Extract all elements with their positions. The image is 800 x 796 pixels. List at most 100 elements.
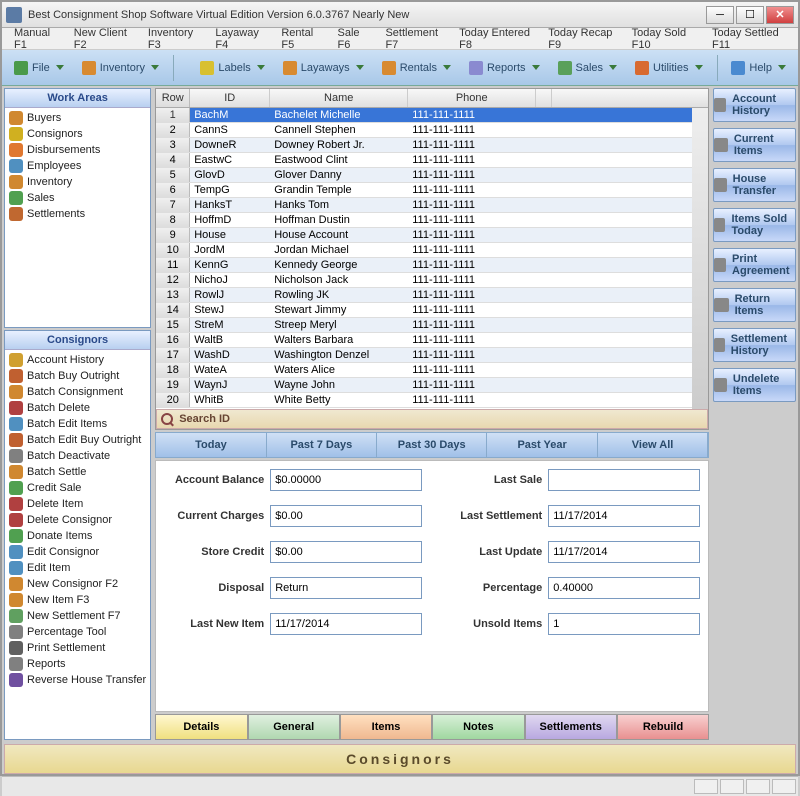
nav-link[interactable]: New Settlement F7 [7,608,148,624]
table-row[interactable]: 9HouseHouse Account111-111-1111 [156,228,692,243]
nav-link[interactable]: Batch Edit Buy Outright [7,432,148,448]
table-row[interactable]: 11KennGKennedy George111-111-1111 [156,258,692,273]
tab-settlements[interactable]: Settlements [525,714,617,740]
table-row[interactable]: 10JordMJordan Michael111-111-1111 [156,243,692,258]
menu-item[interactable]: Rental F5 [275,25,327,53]
filter-button[interactable]: Past Year [487,433,597,457]
nav-link[interactable]: Sales [7,190,148,206]
field-input[interactable] [548,613,700,635]
action-button[interactable]: Items Sold Today [713,208,796,242]
field-input[interactable] [270,613,422,635]
toolbar-labels[interactable]: Labels [192,57,272,79]
toolbar-file[interactable]: File [6,57,72,79]
toolbar-reports[interactable]: Reports [461,57,548,79]
action-button[interactable]: Print Agreement [713,248,796,282]
nav-link[interactable]: New Item F3 [7,592,148,608]
action-button[interactable]: Settlement History [713,328,796,362]
table-row[interactable]: 12NichoJNicholson Jack111-111-1111 [156,273,692,288]
nav-link[interactable]: Batch Settle [7,464,148,480]
nav-link[interactable]: Batch Delete [7,400,148,416]
nav-link[interactable]: Batch Edit Items [7,416,148,432]
nav-link[interactable]: Batch Deactivate [7,448,148,464]
table-row[interactable]: 5GlovDGlover Danny111-111-1111 [156,168,692,183]
menu-item[interactable]: Today Entered F8 [453,25,538,53]
menu-item[interactable]: Layaway F4 [209,25,271,53]
field-input[interactable] [270,577,422,599]
filter-button[interactable]: View All [598,433,708,457]
maximize-button[interactable]: ☐ [736,6,764,24]
column-header[interactable]: ID [190,89,270,107]
field-input[interactable] [548,505,700,527]
nav-link[interactable]: Settlements [7,206,148,222]
table-row[interactable]: 13RowlJRowling JK111-111-1111 [156,288,692,303]
filter-button[interactable]: Today [156,433,266,457]
field-input[interactable] [548,469,700,491]
table-row[interactable]: 16WaltBWalters Barbara111-111-1111 [156,333,692,348]
toolbar-layaways[interactable]: Layaways [275,57,372,79]
nav-link[interactable]: Account History [7,352,148,368]
menu-item[interactable]: Today Recap F9 [542,25,621,53]
table-row[interactable]: 1BachMBachelet Michelle111-111-1111 [156,108,692,123]
nav-link[interactable]: Delete Item [7,496,148,512]
nav-link[interactable]: Batch Buy Outright [7,368,148,384]
field-input[interactable] [270,505,422,527]
nav-link[interactable]: Consignors [7,126,148,142]
minimize-button[interactable]: ─ [706,6,734,24]
close-button[interactable]: ✕ [766,6,794,24]
nav-link[interactable]: Print Settlement [7,640,148,656]
nav-link[interactable]: Reports [7,656,148,672]
field-input[interactable] [270,469,422,491]
toolbar-sales[interactable]: Sales [550,57,626,79]
table-row[interactable]: 8HoffmDHoffman Dustin111-111-1111 [156,213,692,228]
grid-body[interactable]: 1BachMBachelet Michelle111-111-11112Cann… [156,108,692,409]
tab-notes[interactable]: Notes [432,714,524,740]
table-row[interactable]: 19WaynJWayne John111-111-1111 [156,378,692,393]
action-button[interactable]: Undelete Items [713,368,796,402]
action-button[interactable]: Account History [713,88,796,122]
nav-link[interactable]: Edit Consignor [7,544,148,560]
nav-link[interactable]: Disbursements [7,142,148,158]
toolbar-rentals[interactable]: Rentals [374,57,459,79]
column-header[interactable]: Phone [408,89,536,107]
nav-link[interactable]: Edit Item [7,560,148,576]
tab-items[interactable]: Items [340,714,432,740]
nav-link[interactable]: Buyers [7,110,148,126]
menu-item[interactable]: Manual F1 [8,25,64,53]
nav-link[interactable]: New Consignor F2 [7,576,148,592]
nav-link[interactable]: Employees [7,158,148,174]
tab-details[interactable]: Details [155,714,247,740]
tab-general[interactable]: General [248,714,340,740]
toolbar-inventory[interactable]: Inventory [74,57,167,79]
action-button[interactable]: Return Items [713,288,796,322]
table-row[interactable]: 4EastwCEastwood Clint111-111-1111 [156,153,692,168]
menu-item[interactable]: Inventory F3 [142,25,205,53]
filter-button[interactable]: Past 7 Days [267,433,377,457]
nav-link[interactable]: Reverse House Transfer [7,672,148,688]
table-row[interactable]: 7HanksTHanks Tom111-111-1111 [156,198,692,213]
field-input[interactable] [548,541,700,563]
menu-item[interactable]: Today Sold F10 [626,25,702,53]
table-row[interactable]: 14StewJStewart Jimmy111-111-1111 [156,303,692,318]
toolbar-help[interactable]: Help [723,57,794,79]
nav-link[interactable]: Batch Consignment [7,384,148,400]
table-row[interactable]: 17WashDWashington Denzel111-111-1111 [156,348,692,363]
tab-rebuild[interactable]: Rebuild [617,714,709,740]
nav-link[interactable]: Donate Items [7,528,148,544]
toolbar-utilities[interactable]: Utilities [627,57,710,79]
field-input[interactable] [270,541,422,563]
action-button[interactable]: House Transfer [713,168,796,202]
menu-item[interactable]: New Client F2 [68,25,138,53]
menu-item[interactable]: Sale F6 [332,25,376,53]
table-row[interactable]: 18WateAWaters Alice111-111-1111 [156,363,692,378]
table-row[interactable]: 20WhitBWhite Betty111-111-1111 [156,393,692,408]
column-header[interactable]: Name [270,89,408,107]
menu-item[interactable]: Settlement F7 [379,25,449,53]
nav-link[interactable]: Credit Sale [7,480,148,496]
filter-button[interactable]: Past 30 Days [377,433,487,457]
nav-link[interactable]: Delete Consignor [7,512,148,528]
column-header[interactable]: Row [156,89,190,107]
nav-link[interactable]: Inventory [7,174,148,190]
menu-item[interactable]: Today Settled F11 [706,25,792,53]
scrollbar[interactable] [692,108,708,409]
table-row[interactable]: 15StreMStreep Meryl111-111-1111 [156,318,692,333]
